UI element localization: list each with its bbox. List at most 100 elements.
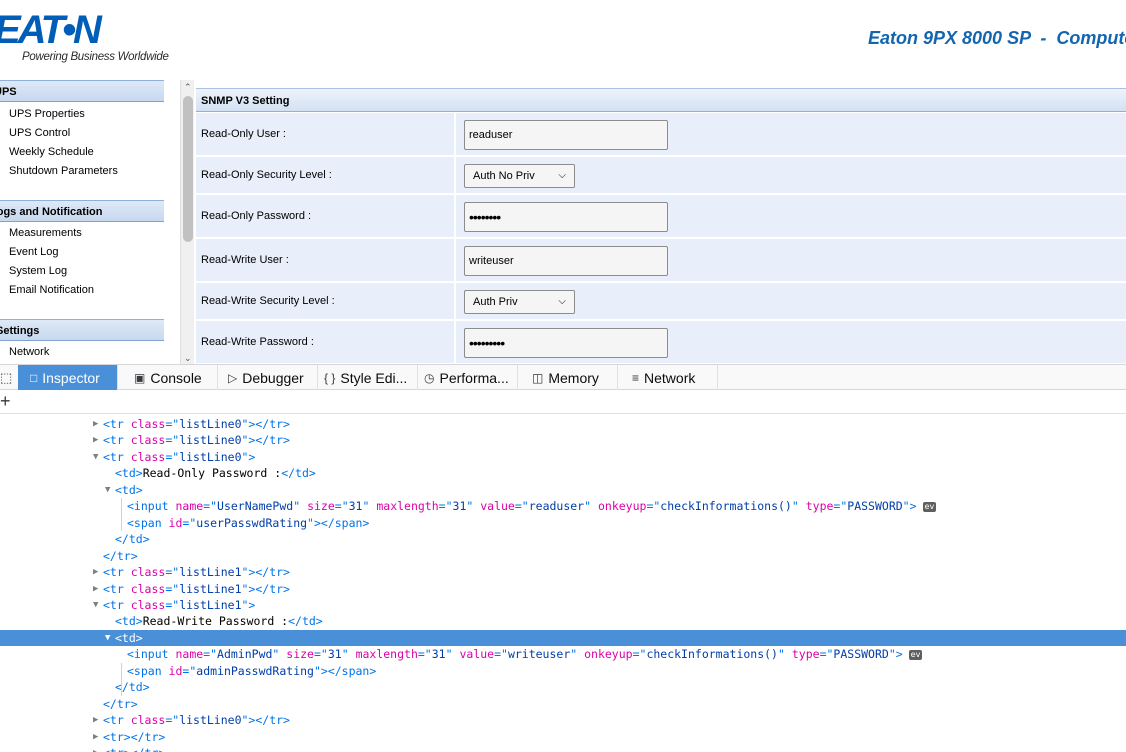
table-row: Read-Write Password : ••••••••• bbox=[196, 321, 1126, 364]
tab-inspector[interactable]: □ Inspector bbox=[18, 365, 118, 390]
nav-item-ups-control[interactable]: UPS Control bbox=[9, 127, 70, 139]
markup-node[interactable]: ▼ <tr class="listLine1"> bbox=[0, 597, 1126, 614]
event-badge[interactable]: ev bbox=[922, 502, 937, 513]
add-node-icon[interactable]: + bbox=[0, 391, 11, 411]
ro-password-label: Read-Only Password : bbox=[196, 195, 456, 237]
markup-tree: ▶ <tr class="listLine0"></tr> ▶ <tr class="… bbox=[0, 416, 1126, 752]
collapsed-toggle-icon[interactable]: ▶ bbox=[93, 581, 98, 597]
markup-node[interactable]: ▶ <tr class="listLine1"></tr> bbox=[0, 581, 1126, 598]
collapsed-toggle-icon[interactable]: ▶ bbox=[93, 564, 98, 580]
node-markup: <input name="AdminPwd" size="31" maxleng… bbox=[127, 647, 923, 662]
devtools-tabbar: ⬚ □ Inspector ▣ Console ▷ Debugger { } S… bbox=[0, 364, 1126, 390]
markup-node[interactable]: <td>Read-Write Password :</td> bbox=[0, 613, 1126, 630]
chevron-up-icon[interactable]: ⌃ bbox=[184, 82, 192, 92]
node-markup: <tr></tr> bbox=[103, 745, 165, 752]
page-header: EAT•N Powering Business Worldwide Eaton … bbox=[0, 0, 1126, 78]
rw-password-input[interactable]: ••••••••• bbox=[464, 328, 668, 358]
value-cell: ••••••••• bbox=[458, 321, 1126, 363]
collapsed-toggle-icon[interactable]: ▶ bbox=[93, 745, 98, 752]
network-icon: ≡ bbox=[632, 370, 640, 385]
tab-style-editor[interactable]: { } Style Edi... bbox=[318, 365, 418, 390]
node-markup: <tr class="listLine1"></tr> bbox=[103, 565, 290, 580]
nav-section-label: Settings bbox=[0, 325, 40, 337]
markup-node[interactable]: </tr> bbox=[0, 696, 1126, 713]
markup-node[interactable]: ▶ <tr class="listLine1"></tr> bbox=[0, 564, 1126, 581]
inspector-toolbar: + bbox=[0, 390, 1126, 414]
node-markup: <td>Read-Write Password :</td> bbox=[115, 614, 323, 629]
nav-section-logs[interactable]: Logs and Notification bbox=[0, 200, 164, 222]
node-markup: <span id="userPasswdRating"></span> bbox=[127, 515, 370, 530]
node-markup: </td> bbox=[115, 532, 150, 547]
table-row: Read-Only User : readuser bbox=[196, 113, 1126, 157]
value-cell: writeuser bbox=[458, 239, 1126, 281]
value-cell: Auth No Priv ⌵ bbox=[458, 157, 1126, 193]
markup-node[interactable]: ▶ <tr></tr> bbox=[0, 745, 1126, 752]
nav-item-system-log[interactable]: System Log bbox=[9, 265, 67, 277]
markup-node[interactable]: <span id="adminPasswdRating"></span> bbox=[0, 663, 1126, 680]
tab-memory[interactable]: ◫ Memory bbox=[518, 365, 618, 390]
markup-node[interactable]: ▼ <td> bbox=[0, 482, 1126, 499]
markup-node[interactable]: <span id="userPasswdRating"></span> bbox=[0, 515, 1126, 532]
node-markup: <input name="UserNamePwd" size="31" maxl… bbox=[127, 499, 937, 514]
nav-section-label: Logs and Notification bbox=[0, 206, 103, 218]
node-markup: <tr class="listLine1"> bbox=[103, 597, 256, 612]
collapsed-toggle-icon[interactable]: ▶ bbox=[93, 729, 98, 745]
markup-node[interactable]: ▶ <tr class="listLine0"></tr> bbox=[0, 432, 1126, 449]
performance-icon: ◷ bbox=[424, 370, 435, 385]
tab-network[interactable]: ≡ Network bbox=[618, 365, 718, 390]
nav-item-event-log[interactable]: Event Log bbox=[9, 246, 59, 258]
rw-security-level-label: Read-Write Security Level : bbox=[196, 283, 456, 319]
chevron-down-icon[interactable]: ⌄ bbox=[184, 353, 192, 363]
value-cell: Auth Priv ⌵ bbox=[458, 283, 1126, 319]
selected-value: Auth Priv bbox=[473, 296, 518, 308]
markup-node[interactable]: ▶ <tr class="listLine0"></tr> bbox=[0, 416, 1126, 433]
table-row: Read-Write User : writeuser bbox=[196, 239, 1126, 283]
markup-node[interactable]: </td> bbox=[0, 531, 1126, 548]
ro-security-level-label: Read-Only Security Level : bbox=[196, 157, 456, 193]
markup-node[interactable]: <input name="UserNamePwd" size="31" maxl… bbox=[0, 498, 1126, 515]
nav-item-shutdown-parameters[interactable]: Shutdown Parameters bbox=[9, 165, 118, 177]
collapsed-toggle-icon[interactable]: ▶ bbox=[93, 416, 98, 432]
collapsed-toggle-icon[interactable]: ▶ bbox=[93, 712, 98, 728]
expanded-toggle-icon[interactable]: ▼ bbox=[105, 482, 110, 498]
rw-security-level-select[interactable]: Auth Priv ⌵ bbox=[464, 290, 575, 314]
collapsed-toggle-icon[interactable]: ▶ bbox=[93, 432, 98, 448]
markup-node[interactable]: </td> bbox=[0, 679, 1126, 696]
nav-section-ups[interactable]: UPS bbox=[0, 80, 164, 102]
nav-item-email-notification[interactable]: Email Notification bbox=[9, 284, 94, 296]
snmp-settings-panel: SNMP V3 Setting Read-Only User : readuse… bbox=[196, 88, 1126, 364]
ro-security-level-select[interactable]: Auth No Priv ⌵ bbox=[464, 164, 575, 188]
ro-user-input[interactable]: readuser bbox=[464, 120, 668, 150]
selected-node[interactable]: ▼ <td> bbox=[0, 629, 1126, 647]
element-picker-icon[interactable]: ⬚ bbox=[0, 370, 12, 386]
markup-node[interactable]: ▶ <tr class="listLine0"></tr> bbox=[0, 712, 1126, 729]
markup-node[interactable]: ▶ <tr></tr> bbox=[0, 729, 1126, 746]
expanded-toggle-icon[interactable]: ▼ bbox=[93, 597, 98, 613]
markup-node[interactable]: <td>Read-Only Password :</td> bbox=[0, 465, 1126, 482]
nav-item-weekly-schedule[interactable]: Weekly Schedule bbox=[9, 146, 94, 158]
node-markup: <tr class="listLine0"></tr> bbox=[103, 417, 290, 431]
tab-console[interactable]: ▣ Console bbox=[118, 365, 218, 390]
markup-node[interactable]: </tr> bbox=[0, 548, 1126, 565]
rw-user-input[interactable]: writeuser bbox=[464, 246, 668, 276]
expanded-toggle-icon[interactable]: ▼ bbox=[93, 449, 98, 465]
node-markup: <span id="adminPasswdRating"></span> bbox=[127, 663, 377, 678]
nav-scrollbar[interactable]: ⌃ ⌄ bbox=[180, 80, 194, 364]
logo-tagline: Powering Business Worldwide bbox=[22, 51, 169, 63]
event-badge[interactable]: ev bbox=[908, 650, 923, 661]
ro-password-input[interactable]: •••••••• bbox=[464, 202, 668, 232]
tab-debugger[interactable]: ▷ Debugger bbox=[218, 365, 318, 390]
nav-item-measurements[interactable]: Measurements bbox=[9, 227, 82, 239]
markup-node[interactable]: <input name="AdminPwd" size="31" maxleng… bbox=[0, 646, 1126, 663]
expanded-toggle-icon[interactable]: ▼ bbox=[105, 630, 110, 646]
debugger-icon: ▷ bbox=[228, 370, 238, 385]
indent-guide bbox=[121, 662, 122, 696]
inspector-icon: □ bbox=[30, 370, 38, 385]
tab-performance[interactable]: ◷ Performa... bbox=[418, 365, 518, 390]
nav-item-network[interactable]: Network bbox=[9, 346, 49, 358]
scrollbar-thumb[interactable] bbox=[183, 96, 193, 242]
nav-section-settings[interactable]: Settings bbox=[0, 319, 164, 341]
markup-node[interactable]: ▼ <tr class="listLine0"> bbox=[0, 449, 1126, 466]
nav-item-ups-properties[interactable]: UPS Properties bbox=[9, 108, 85, 120]
node-markup: <td> bbox=[115, 482, 143, 497]
